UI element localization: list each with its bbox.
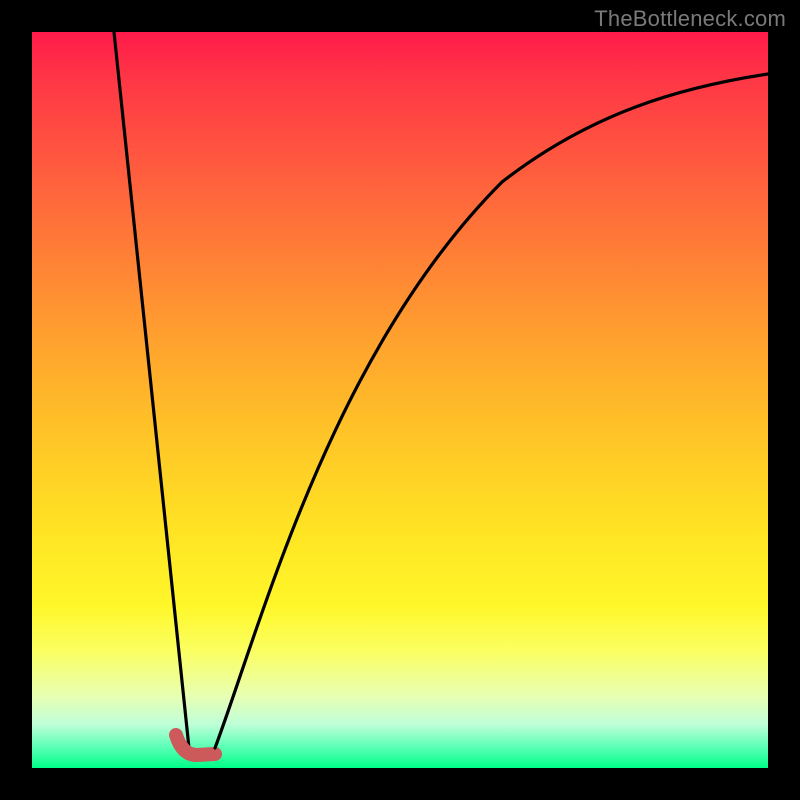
outer-frame: TheBottleneck.com	[0, 0, 800, 800]
optimum-marker	[176, 735, 215, 755]
plot-area	[32, 32, 768, 768]
curve-right-branch	[215, 74, 768, 748]
chart-svg	[32, 32, 768, 768]
watermark-text: TheBottleneck.com	[594, 6, 786, 32]
curve-left-branch	[114, 32, 189, 748]
